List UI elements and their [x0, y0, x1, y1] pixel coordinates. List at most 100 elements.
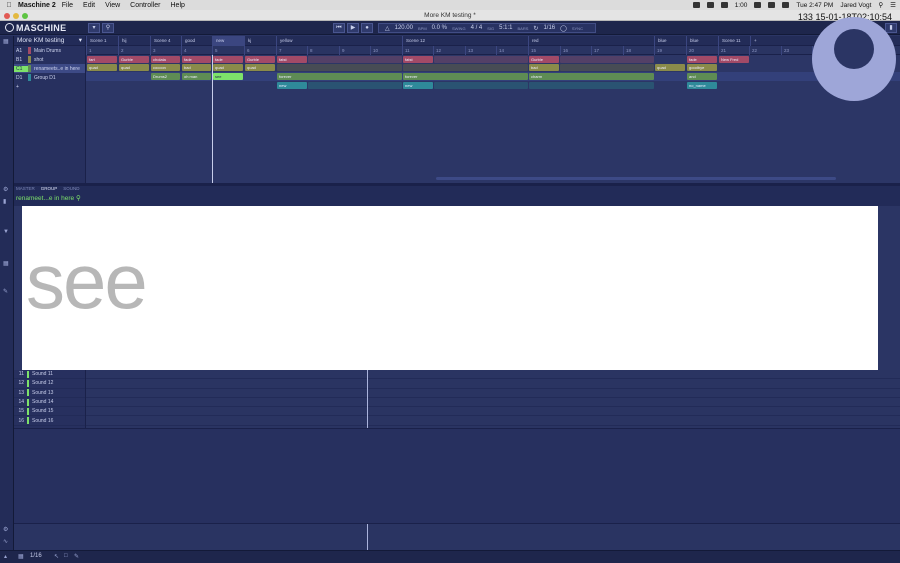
- scene-slot[interactable]: kj: [244, 36, 276, 46]
- empty-clip-slot[interactable]: [560, 64, 654, 71]
- plugin-icon[interactable]: ▮: [3, 198, 6, 205]
- play-button[interactable]: ▶: [347, 23, 359, 33]
- sound-row[interactable]: 14 Sound 14: [14, 398, 85, 408]
- scene-slot[interactable]: blue: [686, 36, 718, 46]
- empty-clip-slot[interactable]: [434, 82, 528, 89]
- sound-row[interactable]: 11 Sound 11: [14, 370, 85, 380]
- edit-icon[interactable]: ✎: [3, 288, 8, 295]
- add-scene-button[interactable]: +: [750, 36, 764, 46]
- clip[interactable]: New Fred: [719, 56, 749, 63]
- grid-value[interactable]: 1/16: [543, 25, 555, 31]
- clip[interactable]: fatst: [277, 56, 307, 63]
- metronome-icon[interactable]: △: [385, 25, 390, 32]
- empty-clip-slot[interactable]: [308, 82, 402, 89]
- pattern-grid[interactable]: [86, 370, 900, 428]
- group-row-d1[interactable]: D1 Group D1: [14, 73, 85, 82]
- tab-sound[interactable]: SOUND: [63, 186, 79, 191]
- flag-icon[interactable]: [782, 2, 790, 8]
- pattern-lane[interactable]: [86, 407, 900, 417]
- empty-clip-slot[interactable]: [560, 56, 654, 63]
- menu-help[interactable]: Help: [171, 2, 185, 9]
- collapse-icon[interactable]: ▼: [3, 229, 9, 235]
- settings-icon[interactable]: ⚙: [3, 526, 8, 533]
- signature-value[interactable]: 4 / 4: [471, 25, 483, 31]
- ideas-view-icon[interactable]: ▦: [3, 38, 9, 45]
- loop-icon[interactable]: ↻: [533, 25, 538, 32]
- pattern-lane[interactable]: [86, 417, 900, 426]
- pattern-lane[interactable]: [86, 389, 900, 398]
- apple-icon[interactable]: : [4, 2, 14, 9]
- pattern-lane[interactable]: [86, 398, 900, 408]
- menu-controller[interactable]: Controller: [130, 2, 160, 9]
- clip[interactable]: charm: [529, 73, 654, 80]
- clip[interactable]: fade: [182, 56, 211, 63]
- scene-slot[interactable]: blue: [654, 36, 686, 46]
- clip-selected[interactable]: see: [213, 73, 243, 80]
- empty-clip-slot[interactable]: [434, 56, 528, 63]
- arranger-scrollbar[interactable]: [436, 177, 836, 180]
- clip[interactable]: no_name: [687, 82, 717, 89]
- keyboard-icon[interactable]: ▴: [4, 553, 7, 560]
- notification-icon[interactable]: ☰: [890, 1, 896, 9]
- clip[interactable]: bad: [529, 64, 559, 71]
- clip[interactable]: fade: [687, 56, 717, 63]
- pencil-tool-icon[interactable]: ✎: [74, 553, 79, 560]
- menu-edit[interactable]: Edit: [83, 2, 95, 9]
- scene-slot-selected[interactable]: new: [212, 36, 244, 46]
- menu-user[interactable]: Jared Vogt: [840, 2, 871, 9]
- restart-button[interactable]: ⏮: [333, 23, 345, 33]
- battery-time[interactable]: 1:00: [735, 2, 748, 9]
- scene-slot[interactable]: Scene 11: [718, 36, 750, 46]
- pointer-tool-icon[interactable]: ↖: [54, 553, 59, 560]
- tempo-value[interactable]: 120.00: [395, 25, 413, 31]
- clip[interactable]: oh man: [182, 73, 211, 80]
- clip[interactable]: quad: [119, 64, 149, 71]
- chevron-down-icon[interactable]: ▾: [79, 36, 82, 46]
- clip[interactable]: quad: [87, 64, 117, 71]
- clip[interactable]: Drums2: [151, 73, 180, 80]
- group-row-c1[interactable]: C1 renameets..e in here: [14, 64, 85, 73]
- tab-group[interactable]: GROUP: [41, 186, 58, 191]
- clip[interactable]: Gurble: [529, 56, 559, 63]
- minimize-window-button[interactable]: [13, 12, 19, 19]
- swing-value[interactable]: 0.0 %: [432, 25, 447, 31]
- spotlight-icon[interactable]: ⚲: [878, 1, 883, 9]
- add-group-button[interactable]: +: [14, 82, 85, 91]
- modulation-lane[interactable]: [14, 523, 900, 551]
- scene-slot[interactable]: yellow: [276, 36, 402, 46]
- close-window-button[interactable]: [4, 12, 10, 19]
- modulation-icon[interactable]: ∿: [3, 538, 8, 545]
- sound-row[interactable]: 15 Sound 15: [14, 407, 85, 417]
- project-title[interactable]: More KM testing ▾: [14, 36, 85, 46]
- select-tool-icon[interactable]: □: [64, 553, 68, 559]
- step-size[interactable]: 1/16: [30, 553, 42, 559]
- search-button[interactable]: ⚲: [102, 23, 114, 33]
- tab-master[interactable]: MASTER: [16, 186, 35, 191]
- clip[interactable]: fade: [213, 56, 243, 63]
- empty-clip-slot[interactable]: [277, 64, 402, 71]
- group-row-a1[interactable]: A1 Main Drums: [14, 46, 85, 55]
- scene-slot[interactable]: hij: [118, 36, 150, 46]
- clip[interactable]: Gurble: [119, 56, 149, 63]
- clip[interactable]: quad: [213, 64, 243, 71]
- clip[interactable]: forever: [277, 73, 402, 80]
- bar-ruler[interactable]: 1 2 3 4 5 6 7 8 9 10 11 12 13 14 15 16 1…: [86, 46, 900, 55]
- empty-clip-slot[interactable]: [403, 64, 528, 71]
- record-button[interactable]: ●: [361, 23, 373, 33]
- scene-slot[interactable]: Scene 1: [86, 36, 118, 46]
- search-icon[interactable]: ⚲: [76, 195, 81, 202]
- empty-clip-slot[interactable]: [308, 56, 402, 63]
- browser-toggle-button[interactable]: ▮: [885, 23, 897, 33]
- empty-clip-slot[interactable]: [529, 82, 654, 89]
- clip[interactable]: quad: [245, 64, 275, 71]
- grid-icon[interactable]: ▦: [18, 553, 24, 560]
- clip[interactable]: new: [277, 82, 307, 89]
- clip[interactable]: cholata: [151, 56, 180, 63]
- menu-button[interactable]: ▾: [88, 23, 100, 33]
- menu-file[interactable]: File: [62, 2, 73, 9]
- scene-slot[interactable]: Scene 4: [150, 36, 181, 46]
- pattern-lane[interactable]: [86, 370, 900, 380]
- group-name-display[interactable]: renameet...e in here ⚲: [16, 194, 81, 202]
- clip[interactable]: and: [687, 73, 717, 80]
- maximize-window-button[interactable]: [22, 12, 28, 19]
